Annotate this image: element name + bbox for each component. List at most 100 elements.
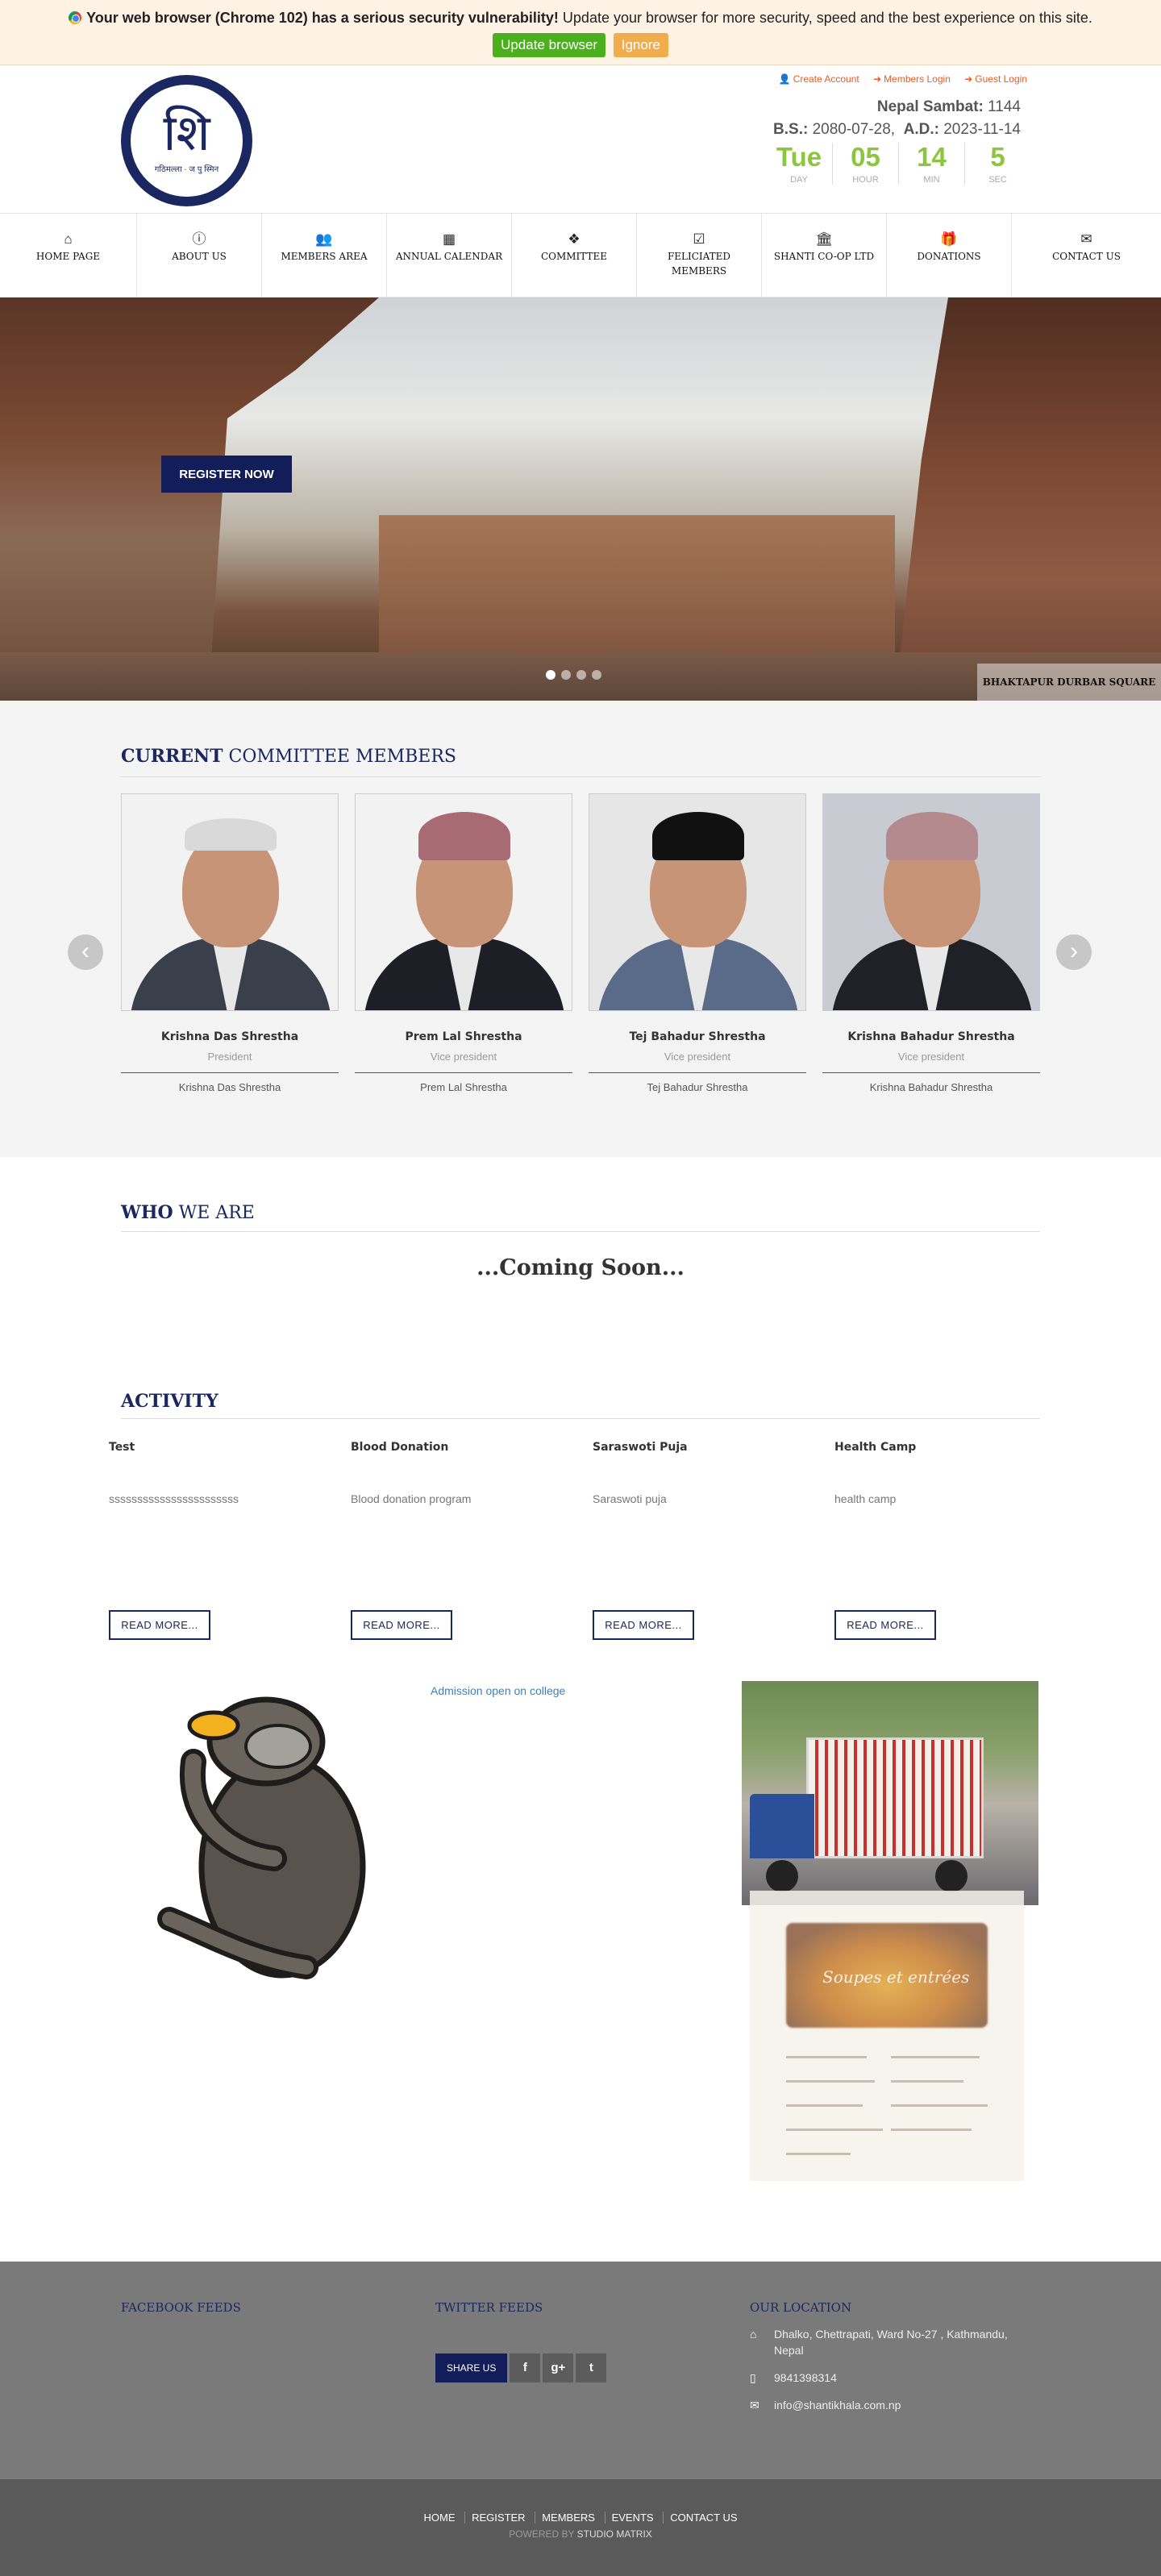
committee-title: CURRENT COMMITTEE MEMBERS — [121, 746, 456, 767]
member-name: Prem Lal Shrestha — [405, 1030, 522, 1043]
bs-value: 2080-07-28, — [812, 121, 896, 138]
footer-link-contact-us[interactable]: CONTACT US — [663, 2511, 744, 2524]
slider-dot[interactable] — [546, 670, 556, 680]
twitter-feeds-title: TWITTER FEEDS — [435, 2300, 543, 2315]
slider-dots — [546, 670, 601, 680]
envelope-icon: ✉ — [1080, 231, 1092, 247]
activity-text: Blood donation program — [351, 1492, 472, 1505]
footer-link-register[interactable]: REGISTER — [464, 2511, 532, 2524]
divider — [121, 1418, 1040, 1419]
nepal-sambat-label: Nepal Sambat: — [876, 98, 984, 115]
activity-text: health camp — [834, 1492, 897, 1505]
read-more-button[interactable]: READ MORE... — [351, 1610, 452, 1640]
logo-glyph: शि — [163, 102, 210, 162]
activity-title: Test — [109, 1441, 135, 1454]
logo-caption: गठिमल्ला · ज पु स्मिन — [154, 164, 219, 174]
nav-members-area[interactable]: 👥 MEMBERS AREA — [262, 214, 387, 297]
member-photo — [121, 793, 339, 1011]
member-card: Tej Bahadur Shrestha Vice president Tej … — [589, 793, 806, 1093]
facebook-icon[interactable]: f — [510, 2353, 541, 2382]
read-more-button[interactable]: READ MORE... — [109, 1610, 210, 1640]
guest-login-link[interactable]: ➜ Guest Login — [964, 73, 1027, 85]
powered-by-studio[interactable]: STUDIO MATRIX — [577, 2528, 652, 2540]
nepal-sambat-value: 1144 — [988, 98, 1021, 115]
member-photo — [355, 793, 572, 1011]
nav-contact-us[interactable]: ✉ CONTACT US — [1012, 214, 1161, 297]
bank-icon: 🏛 — [815, 231, 833, 247]
activity-text: Saraswoti puja — [593, 1492, 667, 1505]
hero-temple-right — [895, 298, 1161, 701]
member-photo — [822, 793, 1040, 1011]
who-we-are-section: WHO WE ARE ...Coming Soon... — [0, 1157, 1161, 1399]
activity-item: Test sssssssssssssssssssssss READ MORE..… — [109, 1441, 351, 1640]
browser-warning-bar: Your web browser (Chrome 102) has a seri… — [0, 0, 1161, 65]
twitter-icon[interactable]: t — [576, 2353, 607, 2382]
footer-link-home[interactable]: HOME — [417, 2511, 461, 2524]
nav-committee[interactable]: ❖ COMMITTEE — [512, 214, 637, 297]
members-login-link[interactable]: ➜ Members Login — [873, 73, 951, 85]
slide-caption: BHAKTAPUR DURBAR SQUARE — [977, 664, 1161, 701]
nav-feliciated-members[interactable]: ☑ FELICIATED MEMBERS — [637, 214, 762, 297]
sloth-illustration[interactable] — [137, 1693, 411, 1983]
footer-link-members[interactable]: MEMBERS — [535, 2511, 601, 2524]
envelope-icon: ✉ — [750, 2399, 759, 2412]
slider-dot[interactable] — [592, 670, 601, 680]
countdown-day: Tue DAY — [776, 142, 822, 185]
register-now-button[interactable]: REGISTER NOW — [161, 456, 292, 493]
member-caption: Tej Bahadur Shrestha — [647, 1081, 748, 1093]
countdown-sec: 5 SEC — [964, 143, 1030, 185]
nav-about-us[interactable]: ⓘ ABOUT US — [137, 214, 262, 297]
mobile-icon: ▯ — [750, 2371, 756, 2384]
hero-slider: REGISTER NOW BHAKTAPUR DURBAR SQUARE — [0, 298, 1161, 701]
menu-photo[interactable]: Soupes et entrées — [750, 1891, 1024, 2181]
ad-value: 2023-11-14 — [943, 121, 1021, 138]
powered-by: POWERED BY STUDIO MATRIX — [509, 2528, 652, 2540]
update-browser-button[interactable]: Update browser — [493, 33, 606, 57]
chrome-icon — [69, 11, 82, 24]
footer-links: HOME REGISTER MEMBERS EVENTS CONTACT US — [0, 2511, 1161, 2524]
divider — [121, 776, 1040, 777]
activity-item: Saraswoti Puja Saraswoti puja READ MORE.… — [593, 1441, 834, 1640]
check-icon: ☑ — [693, 231, 705, 247]
user-plus-icon: 👤 — [778, 73, 791, 85]
carousel-prev-button[interactable]: ‹ — [68, 934, 103, 970]
divider — [121, 1231, 1040, 1232]
cubes-icon: ❖ — [568, 231, 580, 247]
location-details: ⌂ Dhalko, Chettrapati, Ward No-27 , Kathm… — [750, 2326, 1040, 2424]
sign-in-icon: ➜ — [964, 73, 973, 85]
nav-shanti-coop[interactable]: 🏛 SHANTI CO-OP LTD — [762, 214, 887, 297]
slider-dot[interactable] — [561, 670, 571, 680]
nav-annual-calendar[interactable]: ▦ ANNUAL CALENDAR — [387, 214, 512, 297]
warning-bold-text: Your web browser (Chrome 102) has a seri… — [86, 10, 559, 26]
admission-link[interactable]: Admission open on college — [431, 1684, 565, 1697]
menu-heading: Soupes et entrées — [822, 1967, 970, 1987]
member-caption: Krishna Bahadur Shrestha — [869, 1081, 993, 1093]
coming-soon-text: ...Coming Soon... — [476, 1255, 685, 1280]
read-more-button[interactable]: READ MORE... — [593, 1610, 694, 1640]
activity-title: Blood Donation — [351, 1441, 449, 1454]
nav-home[interactable]: ⌂ HOME PAGE — [0, 214, 137, 297]
carousel-next-button[interactable]: › — [1056, 934, 1092, 970]
slider-dot[interactable] — [576, 670, 586, 680]
food-truck-photo[interactable] — [742, 1681, 1038, 1905]
email-text[interactable]: info@shantikhala.com.np — [774, 2397, 901, 2413]
ignore-button[interactable]: Ignore — [613, 33, 668, 57]
footer-link-events[interactable]: EVENTS — [604, 2511, 660, 2524]
share-us-button[interactable]: SHARE US — [435, 2353, 508, 2382]
google-plus-icon[interactable]: g+ — [543, 2353, 574, 2382]
gift-icon: 🎁 — [940, 231, 958, 247]
site-logo[interactable]: शि गठिमल्ला · ज पु स्मिन — [121, 75, 252, 206]
nav-donations[interactable]: 🎁 DONATIONS — [887, 214, 1012, 297]
read-more-button[interactable]: READ MORE... — [834, 1610, 936, 1640]
member-role: Vice president — [822, 1051, 1040, 1073]
home-icon: ⌂ — [64, 231, 73, 247]
warning-text: Update your browser for more security, s… — [558, 10, 1092, 26]
member-carousel: Krishna Das Shrestha President Krishna D… — [121, 793, 1040, 1093]
calendar-icon: ▦ — [442, 231, 456, 247]
member-name: Krishna Bahadur Shrestha — [847, 1030, 1015, 1043]
member-card: Krishna Bahadur Shrestha Vice president … — [822, 793, 1040, 1093]
countdown-hour: 05 HOUR — [832, 143, 898, 185]
create-account-link[interactable]: 👤 Create Account — [779, 73, 859, 85]
footer: FACEBOOK FEEDS TWITTER FEEDS OUR LOCATIO… — [0, 2262, 1161, 2479]
media-section: Admission open on college Soupes et entr… — [0, 1665, 1161, 2262]
